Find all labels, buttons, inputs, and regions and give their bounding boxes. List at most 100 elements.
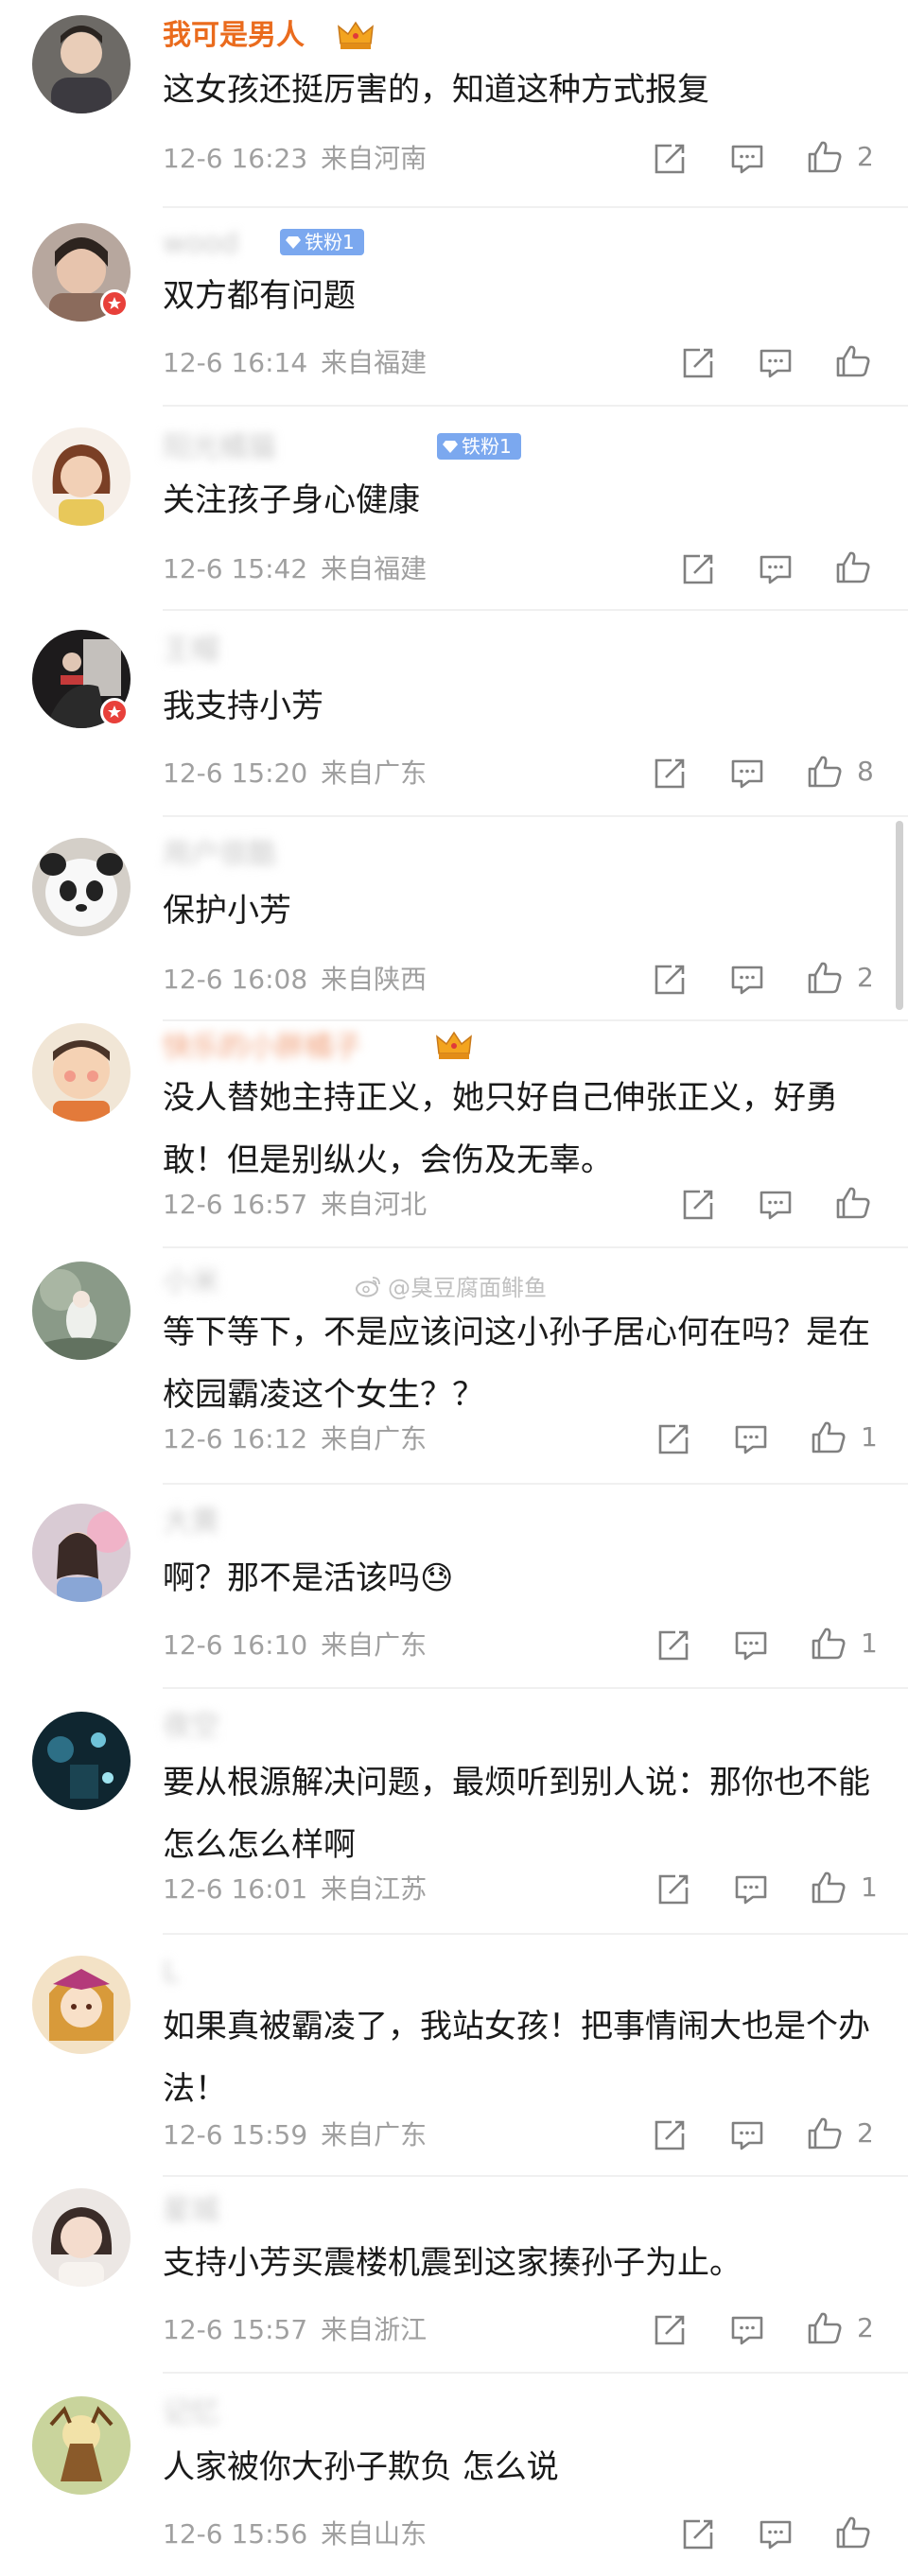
fan-badge: 铁粉1 — [437, 433, 521, 460]
comment-meta: 12-6 16:14 来自福建 — [163, 346, 427, 380]
comment-text: 没人替她主持正义，她只好自己伸张正义，好勇敢！但是别纵火，会伤及无辜。 — [163, 1079, 838, 1179]
username[interactable]: L — [163, 1954, 179, 1992]
like-icon[interactable] — [834, 548, 872, 586]
comment-icon[interactable] — [757, 550, 794, 588]
share-icon[interactable] — [651, 140, 689, 178]
comment-text: 我支持小芳 — [163, 688, 323, 725]
like-count: 8 — [857, 756, 874, 787]
like-icon[interactable] — [810, 1869, 847, 1906]
comment-icon[interactable] — [732, 1420, 770, 1458]
comment-icon[interactable] — [732, 1871, 770, 1908]
share-icon[interactable] — [679, 344, 717, 382]
comment-meta: 12-6 15:56 来自山东 — [163, 2517, 427, 2551]
like-icon[interactable] — [834, 342, 872, 380]
share-icon[interactable] — [651, 961, 689, 999]
fan-badge: 铁粉1 — [280, 229, 364, 255]
username[interactable]: 小米 — [163, 1263, 219, 1301]
verified-badge — [100, 289, 129, 318]
comment-date: 12-6 15:59 — [163, 2119, 308, 2150]
comment-meta: 12-6 15:59 来自广东 — [163, 2118, 427, 2152]
comment-date: 12-6 15:56 — [163, 2518, 308, 2550]
like-icon[interactable] — [834, 1184, 872, 1222]
username[interactable]: 记忆 — [163, 2394, 219, 2432]
avatar[interactable] — [32, 1504, 131, 1602]
username[interactable]: wood — [163, 225, 238, 263]
share-icon[interactable] — [679, 2515, 717, 2553]
comment-text: 关注孩子身心健康 — [163, 481, 420, 519]
like-icon[interactable] — [834, 2514, 872, 2551]
like-icon[interactable] — [806, 138, 844, 176]
comment-icon[interactable] — [732, 1627, 770, 1664]
comment-date: 12-6 16:12 — [163, 1423, 308, 1454]
comment-icon[interactable] — [728, 755, 766, 792]
like-count: 2 — [857, 962, 874, 993]
comment-meta: 12-6 15:20 来自广东 — [163, 757, 427, 791]
share-icon[interactable] — [655, 1627, 692, 1664]
share-icon[interactable] — [651, 2311, 689, 2349]
comment-meta: 12-6 16:01 来自江苏 — [163, 1872, 427, 1906]
crown-icon — [436, 1031, 472, 1059]
comment-icon[interactable] — [757, 1186, 794, 1224]
divider — [163, 1246, 908, 1248]
comment-location: 来自陕西 — [321, 964, 428, 995]
like-count: 2 — [857, 141, 874, 172]
comment-date: 12-6 15:42 — [163, 553, 308, 584]
comment-text: 双方都有问题 — [163, 277, 356, 315]
username[interactable]: 阳光橘猫 — [163, 429, 276, 467]
comment-text: 如果真被霸凌了，我站女孩！把事情闹大也是个办法！ — [163, 2008, 870, 2108]
username[interactable]: 夜空 — [163, 1708, 219, 1746]
comment-icon[interactable] — [728, 140, 766, 178]
share-icon[interactable] — [679, 550, 717, 588]
scrollbar[interactable] — [896, 821, 903, 1010]
comment-date: 12-6 15:20 — [163, 757, 308, 789]
username[interactable]: 王帽 — [163, 632, 219, 670]
username[interactable]: 我可是男人 — [163, 17, 305, 55]
share-icon[interactable] — [655, 1420, 692, 1458]
username[interactable]: 大黄 — [163, 1504, 219, 1541]
comment-location: 来自广东 — [321, 757, 428, 789]
like-icon[interactable] — [810, 1625, 847, 1662]
username[interactable]: 用户很酷 — [163, 836, 276, 874]
share-icon[interactable] — [655, 1871, 692, 1908]
comment-meta: 12-6 16:57 来自河北 — [163, 1188, 427, 1222]
comment-icon[interactable] — [757, 344, 794, 382]
avatar[interactable] — [32, 1956, 131, 2054]
avatar[interactable] — [32, 1023, 131, 1122]
avatar[interactable] — [32, 2188, 131, 2287]
avatar[interactable] — [32, 15, 131, 113]
comment-meta: 12-6 16:08 来自陕西 — [163, 963, 427, 997]
like-count: 1 — [861, 1421, 878, 1453]
avatar[interactable] — [32, 2396, 131, 2495]
weibo-logo-icon — [356, 1276, 380, 1297]
like-icon[interactable] — [806, 753, 844, 791]
avatar[interactable] — [32, 838, 131, 936]
watermark: @臭豆腐面鲱鱼 — [356, 1269, 547, 1302]
divider — [163, 815, 908, 817]
comment-icon[interactable] — [728, 2116, 766, 2154]
comment-location: 来自浙江 — [321, 2314, 428, 2345]
username[interactable]: 星城 — [163, 2192, 219, 2230]
verified-badge — [100, 698, 129, 726]
avatar[interactable] — [32, 427, 131, 526]
comment-date: 12-6 16:57 — [163, 1189, 308, 1220]
share-icon[interactable] — [651, 2116, 689, 2154]
share-icon[interactable] — [651, 755, 689, 792]
like-icon[interactable] — [810, 1419, 847, 1456]
comment-location: 来自河南 — [321, 143, 428, 174]
like-icon[interactable] — [806, 2115, 844, 2152]
divider — [163, 609, 908, 611]
username[interactable]: 快乐的小胖橘子 — [163, 1029, 361, 1067]
comment-text: 啊？那不是活该吗😓 — [163, 1559, 454, 1597]
comment-date: 12-6 15:57 — [163, 2314, 308, 2345]
comment-meta: 12-6 15:57 来自浙江 — [163, 2313, 427, 2347]
like-icon[interactable] — [806, 2309, 844, 2347]
divider — [163, 1687, 908, 1689]
avatar[interactable] — [32, 1712, 131, 1810]
comment-icon[interactable] — [728, 2311, 766, 2349]
comment-icon[interactable] — [757, 2515, 794, 2553]
like-icon[interactable] — [806, 959, 844, 997]
avatar[interactable] — [32, 1262, 131, 1360]
share-icon[interactable] — [679, 1186, 717, 1224]
like-count: 1 — [861, 1627, 878, 1659]
comment-icon[interactable] — [728, 961, 766, 999]
